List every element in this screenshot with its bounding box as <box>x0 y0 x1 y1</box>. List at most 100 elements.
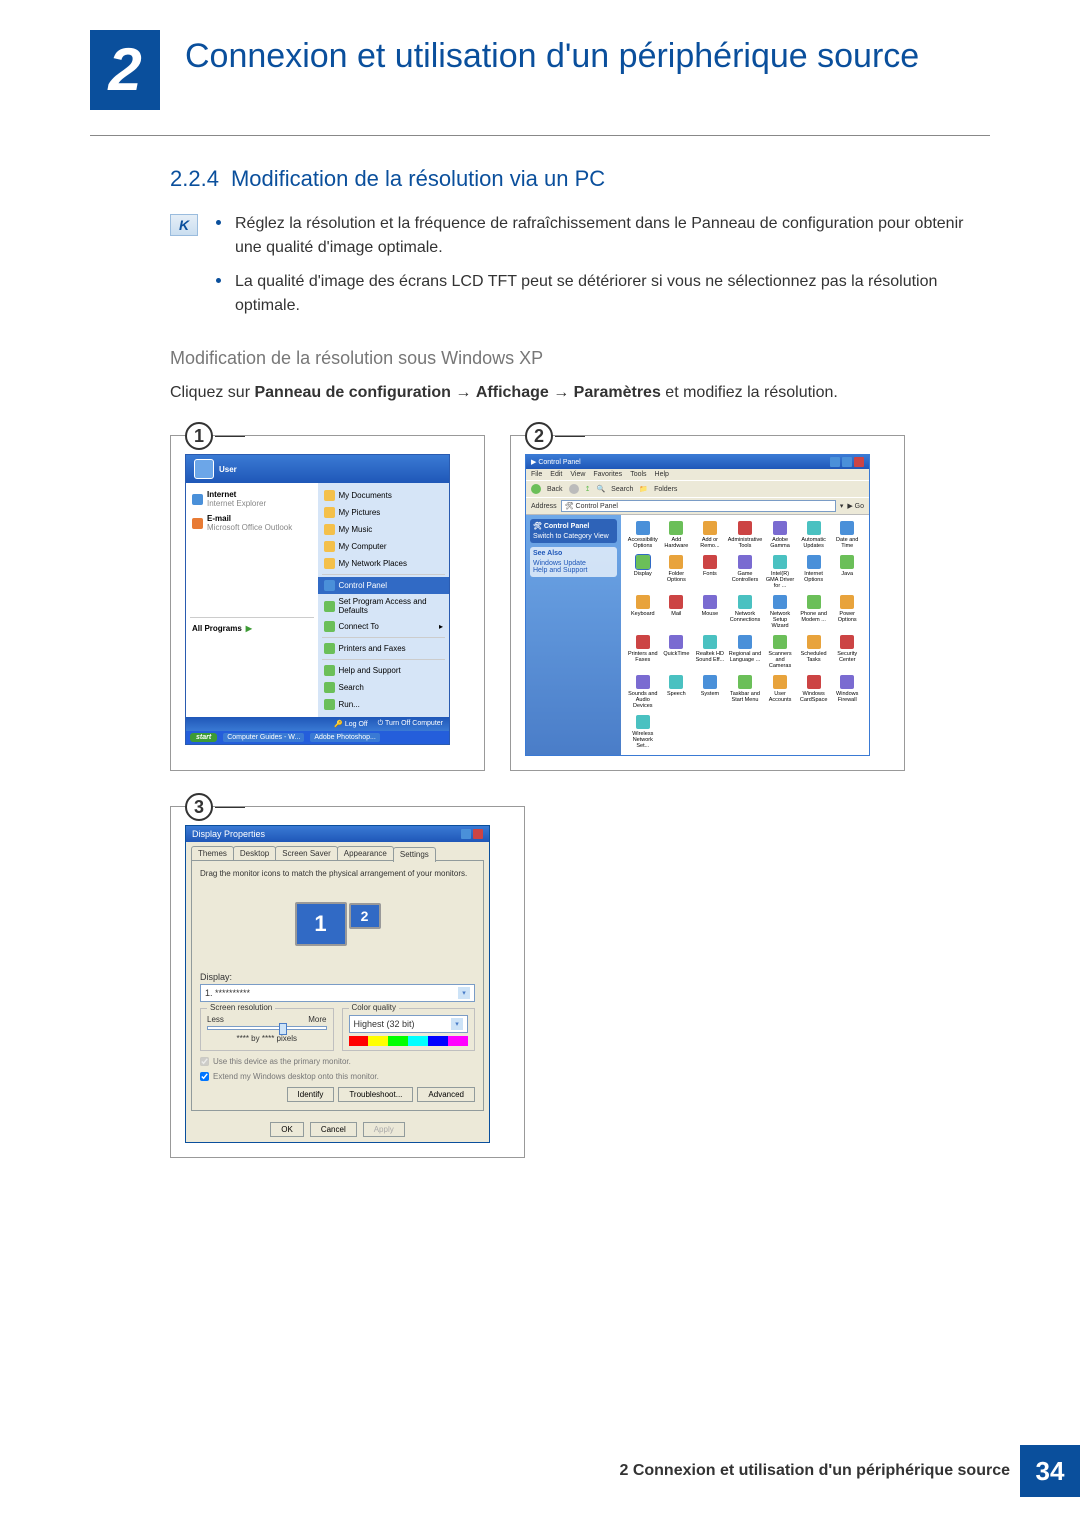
control-panel-item[interactable]: Internet Options <box>798 555 830 589</box>
control-panel-item[interactable]: Phone and Modem ... <box>798 595 830 629</box>
control-panel-item[interactable]: Scanners and Cameras <box>764 635 796 669</box>
extend-desktop-checkbox[interactable]: Extend my Windows desktop onto this moni… <box>200 1072 475 1081</box>
ok-button[interactable]: OK <box>270 1122 304 1137</box>
folders-icon[interactable]: 📁 <box>639 485 648 493</box>
control-panel-item[interactable]: Taskbar and Start Menu <box>728 675 763 709</box>
sidebar-title: Control Panel <box>544 523 590 530</box>
control-panel-item[interactable]: Fonts <box>694 555 726 589</box>
control-panel-item[interactable]: Date and Time <box>831 521 863 549</box>
control-panel-item[interactable]: Printers and Faxes <box>627 635 659 669</box>
display-select[interactable]: 1. ********** ▾ <box>200 984 475 1002</box>
control-panel-item[interactable]: Java <box>831 555 863 589</box>
control-panel-item[interactable]: QuickTime <box>661 635 693 669</box>
minimize-icon[interactable] <box>830 457 840 467</box>
sidebar-link[interactable]: Help and Support <box>533 567 614 574</box>
control-panel-item[interactable]: Realtek HD Sound Eff... <box>694 635 726 669</box>
control-panel-item[interactable]: Folder Options <box>661 555 693 589</box>
control-panel-item[interactable]: Wireless Network Set... <box>627 715 659 749</box>
log-off-button[interactable]: 🔑 Log Off <box>334 720 368 728</box>
address-input[interactable]: 🛠 Control Panel <box>561 500 836 512</box>
help-icon[interactable] <box>461 829 471 839</box>
control-panel-item[interactable]: Speech <box>661 675 693 709</box>
advanced-button[interactable]: Advanced <box>417 1087 475 1102</box>
menu-item[interactable]: Favorites <box>593 471 622 478</box>
start-menu-item[interactable]: Connect To▸ <box>318 618 450 635</box>
menu-item[interactable]: Edit <box>550 471 562 478</box>
close-icon[interactable] <box>473 829 483 839</box>
start-menu-item[interactable]: My Computer <box>318 538 450 555</box>
chevron-down-icon[interactable]: ▾ <box>840 502 844 510</box>
start-menu-item-email[interactable]: E-mailMicrosoft Office Outlook <box>186 511 318 535</box>
taskbar-item[interactable]: Adobe Photoshop... <box>310 733 380 742</box>
resolution-slider[interactable] <box>207 1026 327 1030</box>
control-panel-item[interactable]: Adobe Gamma <box>764 521 796 549</box>
control-panel-item[interactable]: Keyboard <box>627 595 659 629</box>
go-button[interactable]: ▶ Go <box>847 502 864 510</box>
control-panel-item[interactable]: Mouse <box>694 595 726 629</box>
start-menu-item[interactable]: My Pictures <box>318 504 450 521</box>
switch-view-link[interactable]: Switch to Category View <box>533 533 614 540</box>
tab-screen-saver[interactable]: Screen Saver <box>275 846 337 861</box>
troubleshoot-button[interactable]: Troubleshoot... <box>338 1087 413 1102</box>
folder-icon <box>324 580 335 591</box>
turn-off-button[interactable]: ⏻ Turn Off Computer <box>378 720 443 728</box>
primary-monitor-checkbox[interactable]: Use this device as the primary monitor. <box>200 1057 475 1066</box>
close-icon[interactable] <box>854 457 864 467</box>
control-panel-item[interactable]: Network Setup Wizard <box>764 595 796 629</box>
tab-appearance[interactable]: Appearance <box>337 846 394 861</box>
color-quality-select[interactable]: Highest (32 bit) ▾ <box>349 1015 469 1033</box>
start-menu-item[interactable]: Run... <box>318 696 450 713</box>
menu-item[interactable]: Help <box>655 471 669 478</box>
control-panel-item[interactable]: Automatic Updates <box>798 521 830 549</box>
taskbar-item[interactable]: Computer Guides - W... <box>223 733 304 742</box>
start-menu-item[interactable]: Set Program Access and Defaults <box>318 594 450 618</box>
search-icon[interactable]: 🔍 <box>596 485 605 493</box>
monitor-2-icon[interactable]: 2 <box>349 903 381 929</box>
sidebar-link[interactable]: Windows Update <box>533 560 614 567</box>
all-programs-button[interactable]: All Programs ▶ <box>186 620 318 637</box>
control-panel-item[interactable]: Display <box>627 555 659 589</box>
control-panel-item[interactable]: Network Connections <box>728 595 763 629</box>
control-panel-item[interactable]: Mail <box>661 595 693 629</box>
control-panel-item[interactable]: User Accounts <box>764 675 796 709</box>
slider-thumb[interactable] <box>279 1023 287 1035</box>
apply-button[interactable]: Apply <box>363 1122 405 1137</box>
control-panel-item[interactable]: Accessibility Options <box>627 521 659 549</box>
tab-settings[interactable]: Settings <box>393 847 436 862</box>
tab-themes[interactable]: Themes <box>191 846 234 861</box>
start-menu-item[interactable]: Help and Support <box>318 662 450 679</box>
control-panel-item[interactable]: Administrative Tools <box>728 521 763 549</box>
control-panel-item[interactable]: Scheduled Tasks <box>798 635 830 669</box>
tab-desktop[interactable]: Desktop <box>233 846 276 861</box>
control-panel-item[interactable]: Regional and Language ... <box>728 635 763 669</box>
menu-item[interactable]: View <box>570 471 585 478</box>
start-menu-item[interactable]: Search <box>318 679 450 696</box>
control-panel-item[interactable]: Sounds and Audio Devices <box>627 675 659 709</box>
start-menu-item[interactable]: Printers and Faxes <box>318 640 450 657</box>
cancel-button[interactable]: Cancel <box>310 1122 357 1137</box>
identify-button[interactable]: Identify <box>287 1087 335 1102</box>
start-menu-item[interactable]: My Network Places <box>318 555 450 572</box>
start-button[interactable]: start <box>190 733 217 742</box>
control-panel-item[interactable]: Intel(R) GMA Driver for ... <box>764 555 796 589</box>
start-menu-item[interactable]: Control Panel <box>318 577 450 594</box>
control-panel-item[interactable]: Add Hardware <box>661 521 693 549</box>
forward-icon[interactable] <box>569 484 579 494</box>
start-menu-item[interactable]: My Music <box>318 521 450 538</box>
control-panel-item[interactable]: Windows CardSpace <box>798 675 830 709</box>
control-panel-item[interactable]: System <box>694 675 726 709</box>
control-panel-item[interactable]: Security Center <box>831 635 863 669</box>
up-icon[interactable]: ↥ <box>585 485 591 493</box>
monitor-arrangement[interactable]: 1 2 <box>200 884 475 964</box>
menu-item[interactable]: File <box>531 471 542 478</box>
monitor-1-icon[interactable]: 1 <box>295 902 347 946</box>
control-panel-item[interactable]: Windows Firewall <box>831 675 863 709</box>
start-menu-item[interactable]: My Documents <box>318 487 450 504</box>
maximize-icon[interactable] <box>842 457 852 467</box>
menu-item[interactable]: Tools <box>630 471 646 478</box>
start-menu-item-internet[interactable]: InternetInternet Explorer <box>186 487 318 511</box>
control-panel-item[interactable]: Game Controllers <box>728 555 763 589</box>
control-panel-item[interactable]: Power Options <box>831 595 863 629</box>
control-panel-item[interactable]: Add or Remo... <box>694 521 726 549</box>
back-icon[interactable] <box>531 484 541 494</box>
